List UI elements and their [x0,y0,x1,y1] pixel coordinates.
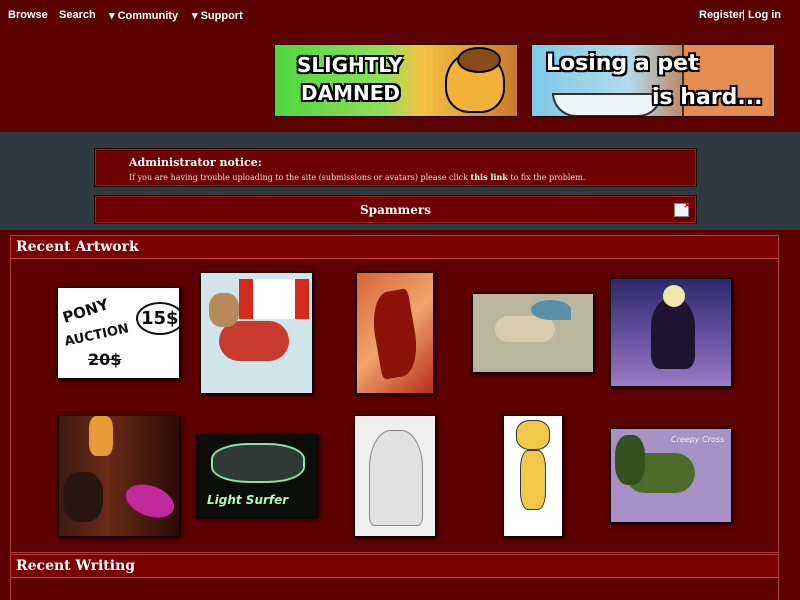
thumb-pony-auction-text3: 15$ [136,302,179,335]
figure-head-shape [663,285,685,307]
recent-writing-heading: Recent Writing [16,558,136,574]
notice-link[interactable]: this link [471,172,508,182]
banner1-line1: SLIGHTLY [297,53,403,77]
nav-register[interactable]: Register [699,9,743,21]
thumb-light-surfer[interactable]: Light Surfer [196,434,318,518]
lantern-shape [89,416,113,456]
top-nav: Browse Search ▾ Community ▾ Support Regi… [0,0,800,30]
nav-login[interactable]: Log in [748,9,781,21]
green-pony-mane-shape [615,435,645,485]
bear-shape [63,472,103,522]
close-notice-icon[interactable] [674,200,691,217]
thumb-canada-pony[interactable] [200,272,313,394]
notice-text-before: If you are having trouble uploading to t… [129,173,471,182]
recent-artwork-heading: Recent Artwork [16,239,139,255]
banner-slightly-damned[interactable]: SLIGHTLY DAMNED [274,44,518,117]
admin-notice-body: If you are having trouble uploading to t… [129,172,585,182]
dragon-shape [211,443,305,483]
spammers-title: Spammers [360,203,431,217]
spammers-notice[interactable]: Spammers [94,195,697,224]
pony-body-shape [219,321,289,361]
nav-support[interactable]: ▾ Support [192,9,243,22]
wing-shape [531,300,571,320]
recent-writing-header: Recent Writing [11,555,778,578]
nav-community[interactable]: ▾ Community [109,9,178,22]
fox-shape [367,288,423,380]
thumb-anubis-sketch[interactable] [354,415,436,537]
admin-notice-title: Administrator notice: [129,156,262,169]
nav-browse[interactable]: Browse [8,9,48,21]
thumb-pony-auction-text2: AUCTION [63,321,131,350]
cat-head-shape [516,420,550,450]
creepy-cross-text: Creepy Cross [671,435,725,444]
banner2-line1: Losing a pet [546,51,699,76]
bowl-image [552,93,662,116]
recent-writing-panel: Recent Writing [10,554,779,600]
admin-notice: Administrator notice: If you are having … [94,148,697,187]
sketch-head-shape [369,430,423,526]
banner-losing-a-pet[interactable]: Losing a pet is hard... [531,44,775,117]
thumb-pony-auction-text1: PONY [60,295,111,327]
creature-body-shape [495,316,555,342]
banner2-line2: is hard... [652,85,763,110]
thumb-pony-auction[interactable]: PONY AUCTION 15$ 20$ [57,287,180,379]
thumb-forest-creatures[interactable] [58,415,180,537]
fox-character-image [445,47,505,113]
notice-text-after: to fix the problem. [507,173,586,182]
thumb-pony-auction-text4: 20$ [88,350,122,369]
pink-creature-shape [121,478,179,524]
thumb-red-fox-abstract[interactable] [356,272,434,394]
nav-search[interactable]: Search [59,9,96,21]
recent-artwork-header: Recent Artwork [11,236,778,259]
banner1-line2: DAMNED [301,81,400,105]
pony-head-shape [209,293,239,327]
light-surfer-text: Light Surfer [207,493,289,507]
canada-flag-icon [239,279,309,319]
thumb-winged-creature-ref[interactable] [472,293,594,373]
dark-figure-shape [651,299,695,369]
thumb-night-pony[interactable] [610,278,732,387]
cat-body-shape [520,450,546,510]
thumb-creepy-cross-pony[interactable]: Creepy Cross [610,428,732,523]
thumb-cheetah-cat[interactable] [503,415,563,537]
nav-separator: | [742,9,745,21]
